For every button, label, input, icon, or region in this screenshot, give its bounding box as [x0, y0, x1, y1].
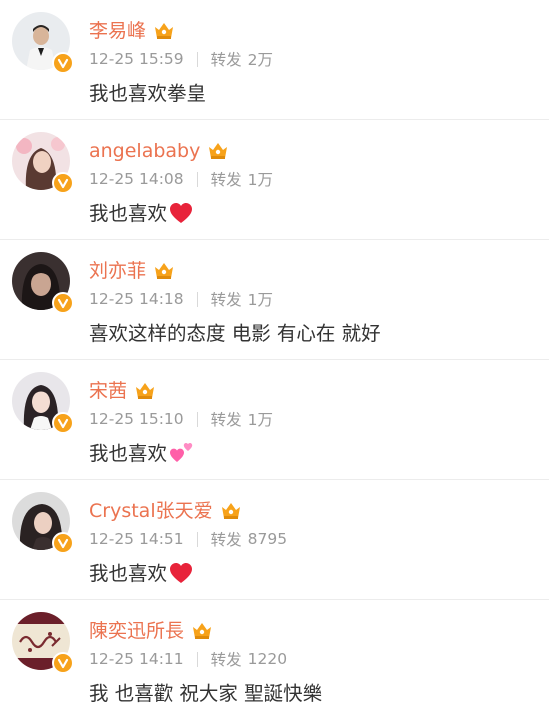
- username[interactable]: angelababy: [89, 138, 200, 164]
- username[interactable]: 陳奕迅所長: [89, 618, 184, 644]
- comment-text-content: 我 也喜歡 祝大家 聖誕快樂: [89, 682, 323, 705]
- crown-icon: [221, 503, 240, 519]
- repost-label[interactable]: 转发: [211, 288, 242, 310]
- red-heart-icon: [170, 203, 193, 223]
- repost-count: 8795: [247, 530, 288, 548]
- repost-count: 1万: [247, 291, 274, 309]
- crown-icon: [136, 383, 155, 399]
- repost-label[interactable]: 转发: [211, 48, 242, 70]
- comment-feed: 李易峰 12-25 15:59 转发 2万 我也喜欢拳皇 angelababy …: [0, 0, 549, 706]
- verified-badge-icon: [52, 532, 74, 554]
- comment-text: 我也喜欢拳皇: [89, 80, 206, 108]
- comment-text: 我也喜欢: [89, 440, 195, 468]
- avatar[interactable]: [12, 252, 74, 314]
- comment-text-content: 我也喜欢拳皇: [89, 82, 207, 105]
- verified-badge-icon: [52, 652, 74, 674]
- comment-item: 陳奕迅所長 12-25 14:11 转发 1220 我 也喜歡 祝大家 聖誕快樂: [0, 600, 549, 706]
- username[interactable]: 宋茜: [89, 378, 127, 404]
- crown-icon: [193, 623, 212, 639]
- comment-item: 刘亦菲 12-25 14:18 转发 1万 喜欢这样的态度 电影 有心在 就好: [0, 240, 549, 360]
- comment-item: 宋茜 12-25 15:10 转发 1万 我也喜欢: [0, 360, 549, 480]
- meta-divider: [196, 51, 198, 67]
- comment-text: 喜欢这样的态度 电影 有心在 就好: [89, 320, 381, 348]
- avatar[interactable]: [12, 612, 74, 674]
- comment-item: Crystal张天爱 12-25 14:51 转发 8795 我也喜欢: [0, 480, 549, 600]
- username[interactable]: 刘亦菲: [89, 258, 146, 284]
- post-date: 12-25 14:18: [89, 290, 184, 308]
- meta-divider: [196, 291, 198, 307]
- repost-count: 1万: [247, 171, 274, 189]
- verified-badge-icon: [52, 52, 74, 74]
- crown-icon: [155, 23, 174, 39]
- verified-badge-icon: [52, 412, 74, 434]
- comment-text-content: 我也喜欢: [89, 562, 168, 585]
- two-pink-hearts-icon: [170, 443, 193, 462]
- comment-item: 李易峰 12-25 15:59 转发 2万 我也喜欢拳皇: [0, 0, 549, 120]
- verified-badge-icon: [52, 292, 74, 314]
- comment-text: 我也喜欢: [89, 560, 193, 588]
- meta-divider: [196, 531, 198, 547]
- avatar[interactable]: [12, 372, 74, 434]
- avatar[interactable]: [12, 492, 74, 554]
- repost-label[interactable]: 转发: [211, 408, 242, 430]
- comment-text: 我 也喜歡 祝大家 聖誕快樂: [89, 680, 322, 706]
- red-heart-icon: [170, 563, 193, 583]
- repost-count: 1万: [247, 411, 274, 429]
- crown-icon: [155, 263, 174, 279]
- repost-count: 1220: [247, 650, 288, 668]
- meta-divider: [196, 171, 198, 187]
- repost-label[interactable]: 转发: [211, 648, 242, 670]
- repost-label[interactable]: 转发: [211, 168, 242, 190]
- avatar[interactable]: [12, 12, 74, 74]
- repost-count: 2万: [247, 51, 274, 69]
- crown-icon: [209, 143, 228, 159]
- post-date: 12-25 14:11: [89, 650, 184, 668]
- repost-label[interactable]: 转发: [211, 528, 242, 550]
- post-date: 12-25 14:51: [89, 530, 184, 548]
- meta-divider: [196, 651, 198, 667]
- comment-item: angelababy 12-25 14:08 转发 1万 我也喜欢: [0, 120, 549, 240]
- comment-text: 我也喜欢: [89, 200, 193, 228]
- post-date: 12-25 15:10: [89, 410, 184, 428]
- username[interactable]: 李易峰: [89, 18, 146, 44]
- username[interactable]: Crystal张天爱: [89, 498, 213, 524]
- comment-text-content: 我也喜欢: [89, 442, 168, 465]
- verified-badge-icon: [52, 172, 74, 194]
- avatar[interactable]: [12, 132, 74, 194]
- comment-text-content: 我也喜欢: [89, 202, 168, 225]
- post-date: 12-25 14:08: [89, 170, 184, 188]
- meta-divider: [196, 411, 198, 427]
- post-date: 12-25 15:59: [89, 50, 184, 68]
- comment-text-content: 喜欢这样的态度 电影 有心在 就好: [89, 322, 381, 345]
